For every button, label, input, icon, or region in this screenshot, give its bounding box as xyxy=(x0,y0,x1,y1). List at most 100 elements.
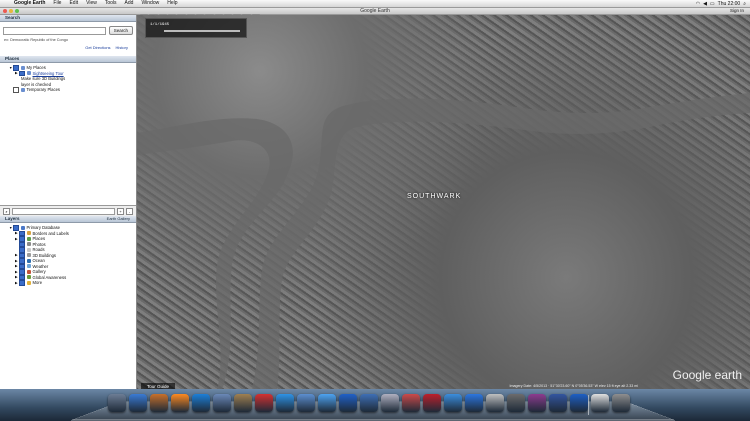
checkbox[interactable] xyxy=(19,70,25,76)
layer-label: Gallery xyxy=(32,269,46,275)
battery-icon[interactable]: ▭ xyxy=(710,1,715,7)
checkbox[interactable] xyxy=(13,87,19,93)
checkbox[interactable] xyxy=(13,225,19,231)
layer-label: Ocean xyxy=(32,258,45,264)
dock-separator xyxy=(588,395,589,415)
sidebar: Search Search ex: Democratic Republic of… xyxy=(0,15,137,389)
menu-help[interactable]: Help xyxy=(163,0,181,7)
add-icon[interactable]: + xyxy=(117,207,124,215)
river-overlay xyxy=(137,93,750,390)
menu-extras: ◠ ◀ ▭ Thu 22:00 ⌕ xyxy=(696,1,750,7)
map-view[interactable]: 1/1/1945 SOUTHWARK Tour Guide Imagery Da… xyxy=(137,15,750,390)
get-directions-link[interactable]: Get Directions xyxy=(85,45,110,50)
history-link[interactable]: History xyxy=(116,45,128,50)
tree-item-label: layer is checked xyxy=(21,81,52,87)
search-row: Search xyxy=(0,22,136,37)
menu-edit[interactable]: Edit xyxy=(65,0,82,7)
layer-label: Global Awareness xyxy=(32,274,67,280)
dock-app-icon[interactable] xyxy=(402,394,420,412)
dock-app-icon[interactable] xyxy=(129,394,147,412)
checkbox[interactable] xyxy=(19,280,25,286)
tree-item-label[interactable]: Sightseeing Tour xyxy=(33,71,64,76)
map-status-bar: Imagery Date: 4/5/2013 · 51°30'23.60" N … xyxy=(509,384,638,388)
spotlight-icon[interactable]: ⌕ xyxy=(743,1,746,7)
tree-item-label: Make sure 3D Buildings xyxy=(21,76,66,82)
menu-view[interactable]: View xyxy=(82,0,101,7)
layer-item[interactable]: ▶ More xyxy=(3,280,133,286)
search-input[interactable] xyxy=(3,26,106,35)
dock-app-icon[interactable] xyxy=(108,394,126,412)
river-thames xyxy=(137,93,750,390)
dock xyxy=(0,389,750,421)
time-slider[interactable]: 1/1/1945 xyxy=(145,18,247,38)
layers-panel-header[interactable]: Layers Earth Gallery xyxy=(0,216,136,223)
search-panel-header[interactable]: Search xyxy=(0,15,136,22)
district-label[interactable]: SOUTHWARK xyxy=(407,193,461,200)
dock-app-icon[interactable] xyxy=(213,394,231,412)
tree-item-temporary-places[interactable]: Temporary Places xyxy=(3,87,133,93)
menu-window[interactable]: Window xyxy=(137,0,163,7)
dock-app-icon[interactable] xyxy=(339,394,357,412)
layer-label: Roads xyxy=(32,247,45,253)
dock-app-icon[interactable] xyxy=(444,394,462,412)
dock-app-icon[interactable] xyxy=(150,394,168,412)
menu-bar: Google Earth File Edit View Tools Add Wi… xyxy=(0,0,750,8)
dock-app-icon[interactable] xyxy=(528,394,546,412)
dock-app-icon[interactable] xyxy=(486,394,504,412)
layer-icon xyxy=(26,236,31,241)
layer-icon xyxy=(26,231,31,236)
wifi-icon[interactable]: ◠ xyxy=(696,1,700,7)
layer-label: Places xyxy=(32,236,46,242)
menu-file[interactable]: File xyxy=(49,0,65,7)
earth-gallery-button[interactable]: Earth Gallery xyxy=(107,216,136,222)
dock-app-icon[interactable] xyxy=(381,394,399,412)
window-titlebar: Google Earth Sign In xyxy=(0,8,750,15)
places-panel-header[interactable]: Places xyxy=(0,56,136,63)
places-filter-input[interactable] xyxy=(12,207,115,215)
checkbox[interactable] xyxy=(13,65,19,71)
dock-app-icon[interactable] xyxy=(549,394,567,412)
dock-app-icon[interactable] xyxy=(360,394,378,412)
search-links: Get Directions History xyxy=(0,43,136,56)
layers-tree: ▼ Primary Database ▶ Borders and Labels ▶ Pla… xyxy=(0,223,136,288)
dock-app-icon[interactable] xyxy=(192,394,210,412)
dock-app-icon[interactable] xyxy=(171,394,189,412)
dock-app-icon[interactable] xyxy=(297,394,315,412)
tree-item-label: Temporary Places xyxy=(26,87,61,93)
dock-app-icon[interactable] xyxy=(570,394,588,412)
folder-icon xyxy=(20,65,25,70)
layer-label: 3D Buildings xyxy=(32,252,57,258)
layer-icon xyxy=(26,264,31,269)
dock-app-icon[interactable] xyxy=(318,394,336,412)
dock-app-icon[interactable] xyxy=(507,394,525,412)
dock-app-icon[interactable] xyxy=(612,394,630,412)
dock-app-icon[interactable] xyxy=(255,394,273,412)
menu-tools[interactable]: Tools xyxy=(101,0,121,7)
layer-icon xyxy=(26,253,31,258)
search-button[interactable]: Search xyxy=(108,26,133,35)
menu-app[interactable]: Google Earth xyxy=(10,0,49,7)
layer-label: Primary Database xyxy=(26,225,61,231)
sign-in-button[interactable]: Sign In xyxy=(730,8,744,14)
layer-icon xyxy=(26,269,31,274)
volume-icon[interactable]: ◀ xyxy=(703,1,707,7)
menu-clock[interactable]: Thu 22:00 xyxy=(718,1,741,7)
dock-app-icon[interactable] xyxy=(276,394,294,412)
remove-icon[interactable]: - xyxy=(126,207,133,215)
layer-label: Borders and Labels xyxy=(32,230,69,236)
dock-app-icon[interactable] xyxy=(234,394,252,412)
places-toolbar: ⌕ + - xyxy=(0,205,136,216)
folder-icon xyxy=(20,87,25,92)
layer-icon xyxy=(26,275,31,280)
time-slider-track[interactable] xyxy=(164,30,240,32)
dock-app-icon[interactable] xyxy=(465,394,483,412)
window-title: Google Earth xyxy=(360,8,390,14)
layer-icon xyxy=(26,280,31,285)
time-slider-date: 1/1/1945 xyxy=(150,23,170,27)
menu-add[interactable]: Add xyxy=(121,0,138,7)
tree-item-label: My Places xyxy=(26,65,46,71)
folder-icon xyxy=(26,71,31,76)
dock-app-icon[interactable] xyxy=(423,394,441,412)
dock-app-icon[interactable] xyxy=(591,394,609,412)
search-places-icon[interactable]: ⌕ xyxy=(3,207,10,215)
